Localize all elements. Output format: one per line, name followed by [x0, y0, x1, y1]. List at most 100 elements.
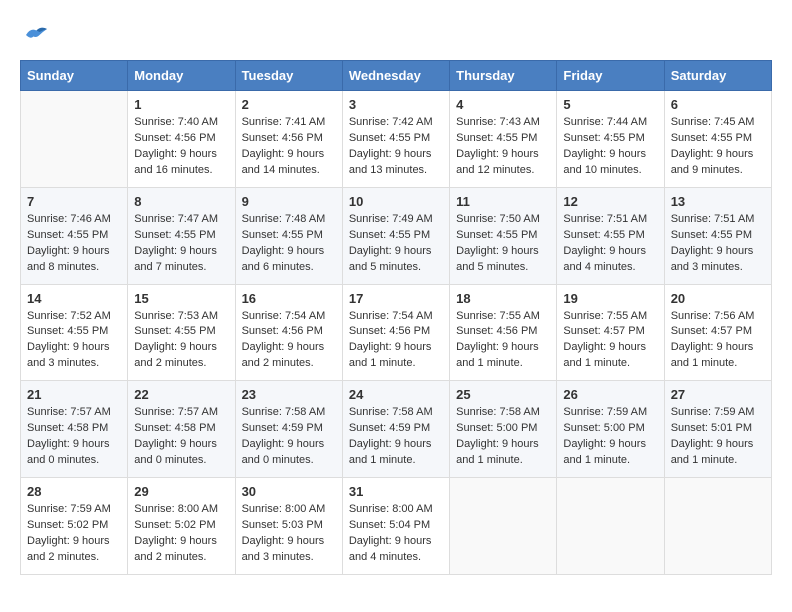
day-info: Sunrise: 7:51 AMSunset: 4:55 PMDaylight:…: [563, 212, 657, 276]
calendar-cell: 19 Sunrise: 7:55 AMSunset: 4:57 PMDayligh…: [557, 284, 664, 381]
day-number: 22: [134, 387, 228, 402]
day-number: 2: [242, 97, 336, 112]
calendar-cell: 21 Sunrise: 7:57 AMSunset: 4:58 PMDayligh…: [21, 381, 128, 478]
calendar-cell: 15 Sunrise: 7:53 AMSunset: 4:55 PMDayligh…: [128, 284, 235, 381]
day-info: Sunrise: 8:00 AMSunset: 5:03 PMDaylight:…: [242, 502, 336, 566]
calendar-cell: 17 Sunrise: 7:54 AMSunset: 4:56 PMDayligh…: [342, 284, 449, 381]
day-info: Sunrise: 7:50 AMSunset: 4:55 PMDaylight:…: [456, 212, 550, 276]
day-number: 28: [27, 484, 121, 499]
day-info: Sunrise: 7:44 AMSunset: 4:55 PMDaylight:…: [563, 115, 657, 179]
day-number: 11: [456, 194, 550, 209]
day-info: Sunrise: 7:59 AMSunset: 5:02 PMDaylight:…: [27, 502, 121, 566]
day-info: Sunrise: 7:54 AMSunset: 4:56 PMDaylight:…: [349, 309, 443, 373]
calendar-table: SundayMondayTuesdayWednesdayThursdayFrid…: [20, 60, 772, 575]
day-info: Sunrise: 7:55 AMSunset: 4:57 PMDaylight:…: [563, 309, 657, 373]
calendar-cell: 12Sunrise: 7:51 AMSunset: 4:55 PMDayligh…: [557, 187, 664, 284]
day-info: Sunrise: 7:52 AMSunset: 4:55 PMDaylight:…: [27, 309, 121, 373]
calendar-cell: 24Sunrise: 7:58 AMSunset: 4:59 PMDayligh…: [342, 381, 449, 478]
day-info: Sunrise: 7:45 AMSunset: 4:55 PMDaylight:…: [671, 115, 765, 179]
calendar-cell: 8 Sunrise: 7:47 AMSunset: 4:55 PMDaylight…: [128, 187, 235, 284]
logo-icon: [20, 20, 50, 50]
day-number: 18: [456, 291, 550, 306]
day-info: Sunrise: 7:57 AMSunset: 4:58 PMDaylight:…: [27, 405, 121, 469]
day-number: 29: [134, 484, 228, 499]
day-info: Sunrise: 7:41 AMSunset: 4:56 PMDaylight:…: [242, 115, 336, 179]
calendar-cell: 23 Sunrise: 7:58 AMSunset: 4:59 PMDayligh…: [235, 381, 342, 478]
day-info: Sunrise: 7:58 AMSunset: 5:00 PMDaylight:…: [456, 405, 550, 469]
day-number: 5: [563, 97, 657, 112]
day-number: 4: [456, 97, 550, 112]
day-number: 8: [134, 194, 228, 209]
day-info: Sunrise: 7:43 AMSunset: 4:55 PMDaylight:…: [456, 115, 550, 179]
calendar-cell: [557, 478, 664, 575]
calendar-cell: 26Sunrise: 7:59 AMSunset: 5:00 PMDayligh…: [557, 381, 664, 478]
calendar-cell: 2 Sunrise: 7:41 AMSunset: 4:56 PMDaylight…: [235, 91, 342, 188]
logo: [20, 20, 54, 50]
day-header-friday: Friday: [557, 61, 664, 91]
day-info: Sunrise: 7:58 AMSunset: 4:59 PMDaylight:…: [242, 405, 336, 469]
day-header-monday: Monday: [128, 61, 235, 91]
day-number: 31: [349, 484, 443, 499]
calendar-cell: 30Sunrise: 8:00 AMSunset: 5:03 PMDayligh…: [235, 478, 342, 575]
day-info: Sunrise: 7:55 AMSunset: 4:56 PMDaylight:…: [456, 309, 550, 373]
calendar-cell: 10 Sunrise: 7:49 AMSunset: 4:55 PMDayligh…: [342, 187, 449, 284]
day-number: 10: [349, 194, 443, 209]
day-header-tuesday: Tuesday: [235, 61, 342, 91]
day-info: Sunrise: 7:42 AMSunset: 4:55 PMDaylight:…: [349, 115, 443, 179]
day-info: Sunrise: 7:58 AMSunset: 4:59 PMDaylight:…: [349, 405, 443, 469]
calendar-cell: 16 Sunrise: 7:54 AMSunset: 4:56 PMDayligh…: [235, 284, 342, 381]
day-number: 1: [134, 97, 228, 112]
day-number: 17: [349, 291, 443, 306]
day-info: Sunrise: 7:59 AMSunset: 5:01 PMDaylight:…: [671, 405, 765, 469]
calendar-cell: 9Sunrise: 7:48 AMSunset: 4:55 PMDaylight…: [235, 187, 342, 284]
week-row-3: 14 Sunrise: 7:52 AMSunset: 4:55 PMDayligh…: [21, 284, 772, 381]
calendar-cell: [664, 478, 771, 575]
day-info: Sunrise: 7:54 AMSunset: 4:56 PMDaylight:…: [242, 309, 336, 373]
day-number: 3: [349, 97, 443, 112]
day-number: 20: [671, 291, 765, 306]
day-info: Sunrise: 7:47 AMSunset: 4:55 PMDaylight:…: [134, 212, 228, 276]
day-number: 14: [27, 291, 121, 306]
day-number: 13: [671, 194, 765, 209]
day-header-wednesday: Wednesday: [342, 61, 449, 91]
week-row-4: 21 Sunrise: 7:57 AMSunset: 4:58 PMDayligh…: [21, 381, 772, 478]
day-info: Sunrise: 7:56 AMSunset: 4:57 PMDaylight:…: [671, 309, 765, 373]
day-number: 16: [242, 291, 336, 306]
day-info: Sunrise: 7:51 AMSunset: 4:55 PMDaylight:…: [671, 212, 765, 276]
calendar-cell: 25Sunrise: 7:58 AMSunset: 5:00 PMDayligh…: [450, 381, 557, 478]
week-row-1: 1Sunrise: 7:40 AMSunset: 4:56 PMDaylight…: [21, 91, 772, 188]
calendar-cell: 6Sunrise: 7:45 AMSunset: 4:55 PMDaylight…: [664, 91, 771, 188]
calendar-cell: 13 Sunrise: 7:51 AMSunset: 4:55 PMDayligh…: [664, 187, 771, 284]
day-info: Sunrise: 7:49 AMSunset: 4:55 PMDaylight:…: [349, 212, 443, 276]
day-number: 19: [563, 291, 657, 306]
week-row-2: 7 Sunrise: 7:46 AMSunset: 4:55 PMDaylight…: [21, 187, 772, 284]
day-info: Sunrise: 8:00 AMSunset: 5:04 PMDaylight:…: [349, 502, 443, 566]
day-info: Sunrise: 7:59 AMSunset: 5:00 PMDaylight:…: [563, 405, 657, 469]
calendar-cell: 11 Sunrise: 7:50 AMSunset: 4:55 PMDayligh…: [450, 187, 557, 284]
day-number: 9: [242, 194, 336, 209]
calendar-body: 1Sunrise: 7:40 AMSunset: 4:56 PMDaylight…: [21, 91, 772, 575]
day-number: 7: [27, 194, 121, 209]
day-number: 21: [27, 387, 121, 402]
day-number: 23: [242, 387, 336, 402]
calendar-cell: [21, 91, 128, 188]
day-header-saturday: Saturday: [664, 61, 771, 91]
page-header: [20, 20, 772, 50]
day-header-thursday: Thursday: [450, 61, 557, 91]
calendar-cell: 7 Sunrise: 7:46 AMSunset: 4:55 PMDaylight…: [21, 187, 128, 284]
calendar-cell: 18 Sunrise: 7:55 AMSunset: 4:56 PMDayligh…: [450, 284, 557, 381]
calendar-cell: [450, 478, 557, 575]
day-number: 15: [134, 291, 228, 306]
calendar-cell: 31 Sunrise: 8:00 AMSunset: 5:04 PMDayligh…: [342, 478, 449, 575]
calendar-cell: 27 Sunrise: 7:59 AMSunset: 5:01 PMDayligh…: [664, 381, 771, 478]
day-number: 27: [671, 387, 765, 402]
day-info: Sunrise: 7:57 AMSunset: 4:58 PMDaylight:…: [134, 405, 228, 469]
calendar-cell: 29Sunrise: 8:00 AMSunset: 5:02 PMDayligh…: [128, 478, 235, 575]
calendar-cell: 20 Sunrise: 7:56 AMSunset: 4:57 PMDayligh…: [664, 284, 771, 381]
calendar-cell: 5 Sunrise: 7:44 AMSunset: 4:55 PMDaylight…: [557, 91, 664, 188]
calendar-cell: 1Sunrise: 7:40 AMSunset: 4:56 PMDaylight…: [128, 91, 235, 188]
day-info: Sunrise: 7:53 AMSunset: 4:55 PMDaylight:…: [134, 309, 228, 373]
calendar-cell: 22 Sunrise: 7:57 AMSunset: 4:58 PMDayligh…: [128, 381, 235, 478]
calendar-cell: 28 Sunrise: 7:59 AMSunset: 5:02 PMDayligh…: [21, 478, 128, 575]
day-info: Sunrise: 7:46 AMSunset: 4:55 PMDaylight:…: [27, 212, 121, 276]
